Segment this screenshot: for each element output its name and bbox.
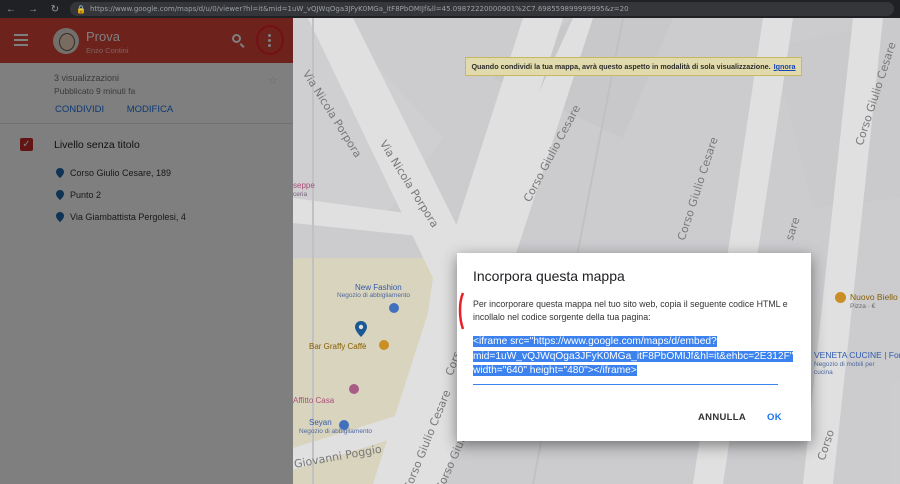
annotation-mark <box>458 292 465 330</box>
dialog-title: Incorpora questa mappa <box>473 268 625 284</box>
textarea-underline <box>473 384 778 385</box>
dialog-description: Per incorporare questa mappa nel tuo sit… <box>473 299 788 322</box>
embed-code-text: <iframe src="https://www.google.com/maps… <box>473 336 794 376</box>
url-text: https://www.google.com/maps/d/u/0/viewer… <box>89 5 629 13</box>
embed-map-dialog: Incorpora questa mappa Per incorporare q… <box>457 253 811 441</box>
forward-arrow-icon[interactable]: → <box>22 4 44 15</box>
ok-button[interactable]: OK <box>767 412 782 423</box>
lock-icon: 🔒 <box>76 4 86 14</box>
embed-code-textarea[interactable]: <iframe src="https://www.google.com/maps… <box>473 335 794 379</box>
panel-scrim <box>0 18 293 484</box>
back-arrow-icon[interactable]: ← <box>0 4 22 15</box>
browser-toolbar: ← → ↻ 🔒 https://www.google.com/maps/d/u/… <box>0 0 900 18</box>
cancel-button[interactable]: ANNULLA <box>698 412 746 423</box>
address-bar[interactable]: 🔒 https://www.google.com/maps/d/u/0/view… <box>70 2 894 16</box>
reload-icon[interactable]: ↻ <box>44 4 66 15</box>
